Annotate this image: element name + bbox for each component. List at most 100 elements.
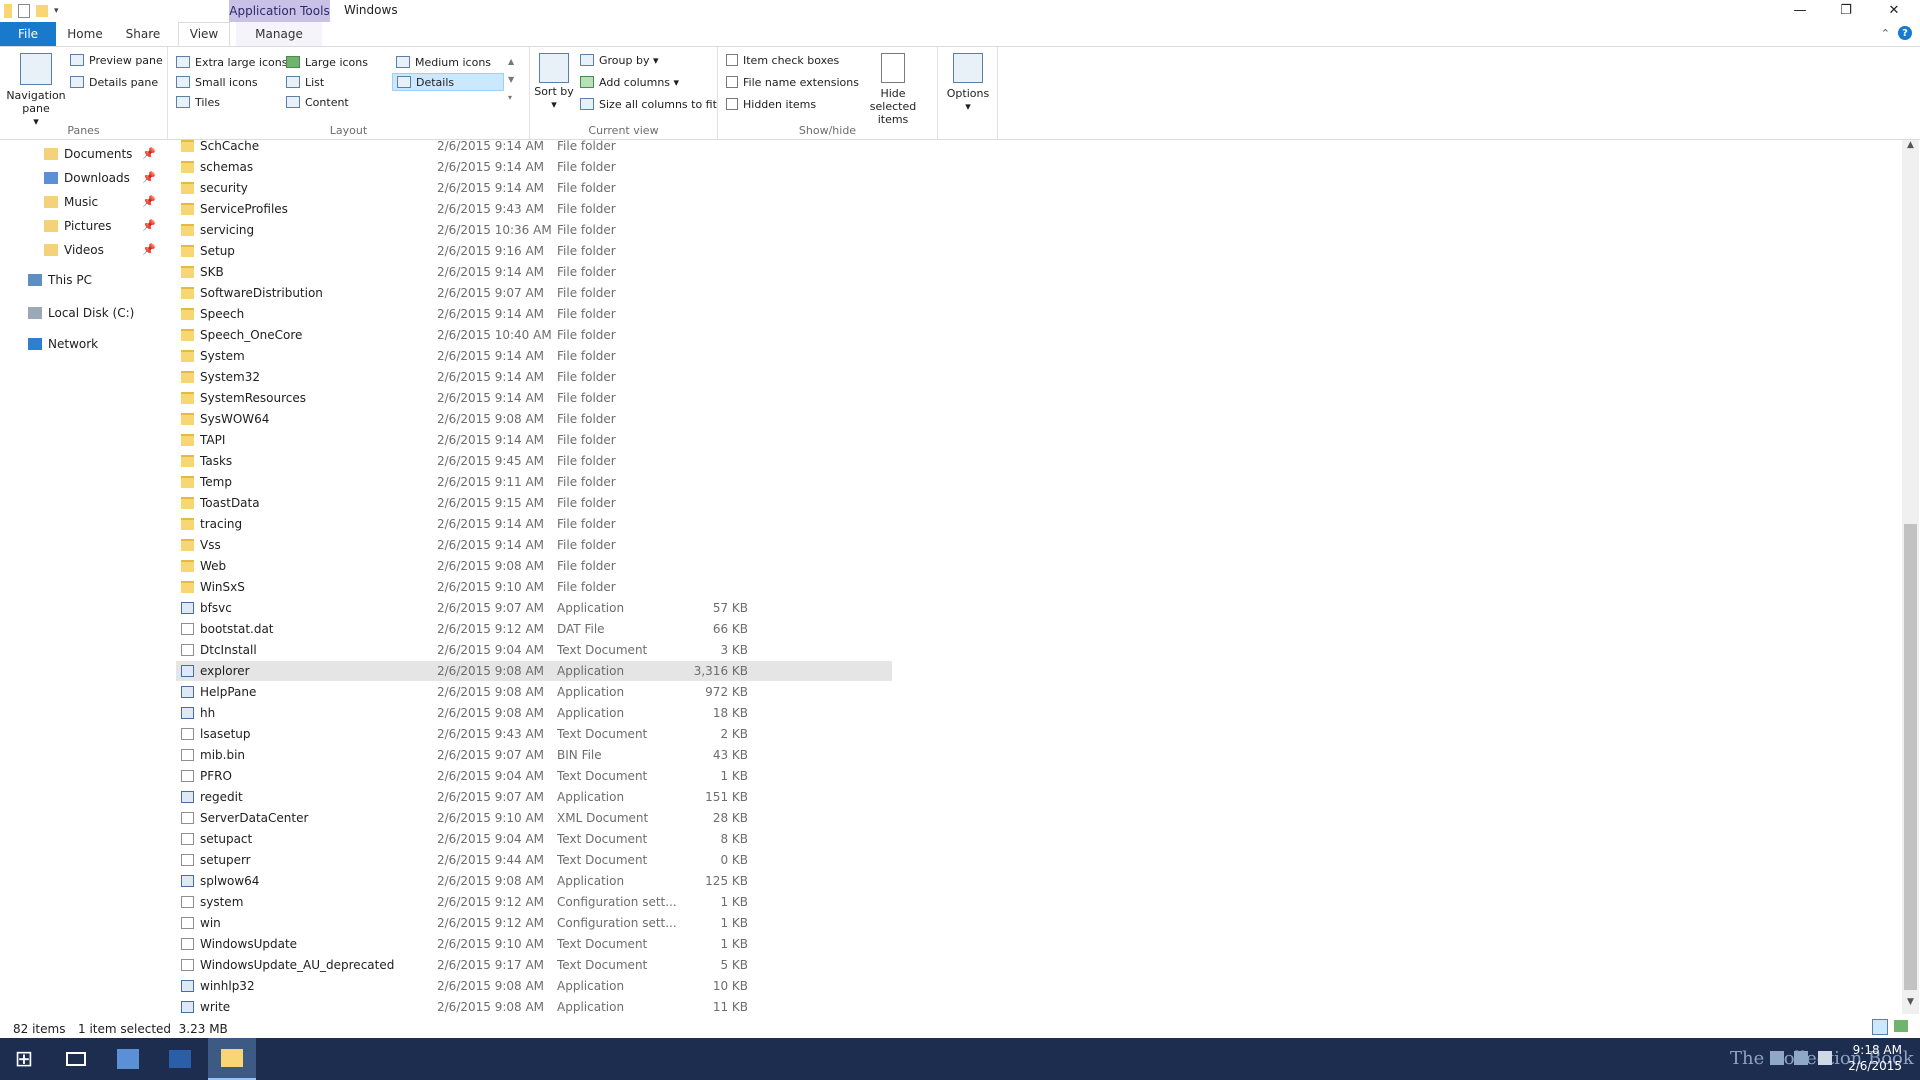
large-icons-button[interactable]: Large icons [286, 53, 368, 71]
file-name-extensions-checkbox[interactable] [726, 76, 738, 88]
nav-item-videos[interactable]: Videos [44, 239, 104, 261]
file-row[interactable]: hh 2/6/2015 9:08 AM Application 18 KB [176, 703, 892, 723]
help-icon[interactable]: ? [1898, 26, 1912, 40]
file-row[interactable]: win 2/6/2015 9:12 AM Configuration sett...… [176, 913, 892, 933]
file-row[interactable]: SysWOW64 2/6/2015 9:08 AM File folder [176, 409, 892, 429]
file-row[interactable]: ServiceProfiles 2/6/2015 9:43 AM File fold… [176, 199, 892, 219]
file-row[interactable]: Vss 2/6/2015 9:14 AM File folder [176, 535, 892, 555]
restore-button[interactable]: ❐ [1824, 0, 1868, 20]
file-row[interactable]: bootstat.dat 2/6/2015 9:12 AM DAT File 66 K… [176, 619, 892, 639]
medium-icons-button[interactable]: Medium icons [396, 53, 491, 71]
scrollbar-thumb[interactable] [1904, 524, 1917, 990]
taskbar-app-powershell[interactable] [156, 1038, 204, 1080]
list-button[interactable]: List [286, 73, 324, 91]
details-view-icon[interactable] [1872, 1019, 1888, 1035]
taskbar-app-file-explorer[interactable] [208, 1038, 256, 1080]
item-check-boxes-toggle[interactable]: Item check boxes [726, 51, 839, 69]
file-row[interactable]: SKB 2/6/2015 9:14 AM File folder [176, 262, 892, 282]
close-button[interactable]: ✕ [1872, 0, 1916, 20]
details-layout-button[interactable]: Details [392, 73, 504, 91]
new-folder-icon[interactable] [36, 5, 48, 17]
file-row[interactable]: HelpPane 2/6/2015 9:08 AM Application 972 K… [176, 682, 892, 702]
pin-icon[interactable]: 📌 [142, 195, 156, 208]
size-all-columns-button[interactable]: Size all columns to fit [580, 95, 717, 113]
item-check-boxes-checkbox[interactable] [726, 54, 738, 66]
hide-selected-items-button[interactable]: Hide selected items [856, 53, 930, 126]
nav-item-pictures[interactable]: Pictures [44, 215, 112, 237]
pin-icon[interactable]: 📌 [142, 243, 156, 256]
layout-gallery-scroll[interactable]: ▲ ▼ ▾ [508, 53, 514, 107]
nav-item-documents[interactable]: Documents [44, 143, 132, 165]
file-row[interactable]: TAPI 2/6/2015 9:14 AM File folder [176, 430, 892, 450]
file-row[interactable]: WindowsUpdate 2/6/2015 9:10 AM Text Docume… [176, 934, 892, 954]
start-button[interactable]: ⊞ [0, 1038, 48, 1080]
volume-icon[interactable] [1794, 1051, 1808, 1065]
vertical-scrollbar[interactable]: ▲ ▼ [1902, 140, 1919, 1014]
file-row[interactable]: explorer 2/6/2015 9:08 AM Application 3,316… [176, 661, 892, 681]
tiles-button[interactable]: Tiles [176, 93, 220, 111]
content-button[interactable]: Content [286, 93, 349, 111]
file-row[interactable]: System 2/6/2015 9:14 AM File folder [176, 346, 892, 366]
file-row[interactable]: tracing 2/6/2015 9:14 AM File folder [176, 514, 892, 534]
file-row[interactable]: mib.bin 2/6/2015 9:07 AM BIN File 43 KB [176, 745, 892, 765]
tab-home[interactable]: Home [60, 22, 110, 46]
taskbar-app-server-manager[interactable] [104, 1038, 152, 1080]
scroll-down-arrow[interactable]: ▼ [1902, 997, 1919, 1014]
file-row[interactable]: lsasetup 2/6/2015 9:43 AM Text Document 2 K… [176, 724, 892, 744]
action-center-icon[interactable] [1818, 1051, 1832, 1065]
file-row[interactable]: SchCache 2/6/2015 9:14 AM File folder [176, 136, 892, 156]
file-row[interactable]: schemas 2/6/2015 9:14 AM File folder [176, 157, 892, 177]
file-row[interactable]: Setup 2/6/2015 9:16 AM File folder [176, 241, 892, 261]
options-button[interactable]: Options ▾ [942, 53, 994, 113]
file-row[interactable]: winhlp32 2/6/2015 9:08 AM Application 10 KB [176, 976, 892, 996]
network-tray-icon[interactable] [1770, 1051, 1784, 1065]
customize-qat-chevron-icon[interactable]: ▾ [54, 6, 59, 16]
file-row[interactable]: regedit 2/6/2015 9:07 AM Application 151 KB [176, 787, 892, 807]
pin-icon[interactable]: 📌 [142, 147, 156, 160]
nav-item-music[interactable]: Music [44, 191, 98, 213]
file-row[interactable]: ServerDataCenter 2/6/2015 9:10 AM XML Docu… [176, 808, 892, 828]
file-row[interactable]: bfsvc 2/6/2015 9:07 AM Application 57 KB [176, 598, 892, 618]
nav-item-network[interactable]: Network [28, 333, 98, 355]
tab-view[interactable]: View [178, 22, 230, 46]
small-icons-button[interactable]: Small icons [176, 73, 258, 91]
file-row[interactable]: Tasks 2/6/2015 9:45 AM File folder [176, 451, 892, 471]
file-row[interactable]: WindowsUpdate_AU_deprecated 2/6/2015 9:17… [176, 955, 892, 975]
file-row[interactable]: System32 2/6/2015 9:14 AM File folder [176, 367, 892, 387]
sort-by-button[interactable]: Sort by ▾ [534, 53, 574, 111]
file-row[interactable]: Speech 2/6/2015 9:14 AM File folder [176, 304, 892, 324]
large-icons-view-icon[interactable] [1894, 1020, 1908, 1032]
file-row[interactable]: WinSxS 2/6/2015 9:10 AM File folder [176, 577, 892, 597]
file-row[interactable]: security 2/6/2015 9:14 AM File folder [176, 178, 892, 198]
nav-item-local-disk[interactable]: Local Disk (C:) [28, 302, 134, 324]
file-row[interactable]: SystemResources 2/6/2015 9:14 AM File fold… [176, 388, 892, 408]
add-columns-button[interactable]: Add columns ▾ [580, 73, 679, 91]
file-row[interactable]: system 2/6/2015 9:12 AM Configuration sett… [176, 892, 892, 912]
details-pane-button[interactable]: Details pane [70, 73, 158, 91]
file-name-extensions-toggle[interactable]: File name extensions [726, 73, 859, 91]
file-row[interactable]: setupact 2/6/2015 9:04 AM Text Document 8 K… [176, 829, 892, 849]
pin-icon[interactable]: 📌 [142, 171, 156, 184]
file-row[interactable]: servicing 2/6/2015 10:36 AM File folder [176, 220, 892, 240]
tab-share[interactable]: Share [116, 22, 170, 46]
hidden-items-checkbox[interactable] [726, 98, 738, 110]
pin-icon[interactable]: 📌 [142, 219, 156, 232]
minimize-button[interactable]: — [1778, 0, 1822, 20]
file-row[interactable]: ToastData 2/6/2015 9:15 AM File folder [176, 493, 892, 513]
file-row[interactable]: write 2/6/2015 9:08 AM Application 11 KB [176, 997, 892, 1016]
preview-pane-button[interactable]: Preview pane [70, 51, 163, 69]
nav-item-downloads[interactable]: Downloads [44, 167, 130, 189]
hidden-items-toggle[interactable]: Hidden items [726, 95, 816, 113]
file-row[interactable]: splwow64 2/6/2015 9:08 AM Application 125 K… [176, 871, 892, 891]
navigation-pane-button[interactable]: Navigation pane ▾ [6, 53, 66, 128]
file-row[interactable]: Speech_OneCore 2/6/2015 10:40 AM File fold… [176, 325, 892, 345]
properties-icon[interactable] [18, 4, 30, 18]
minimize-ribbon-icon[interactable]: ⌃ [1881, 27, 1890, 40]
file-row[interactable]: Temp 2/6/2015 9:11 AM File folder [176, 472, 892, 492]
file-row[interactable]: SoftwareDistribution 2/6/2015 9:07 AM File… [176, 283, 892, 303]
tab-manage[interactable]: Manage [236, 22, 322, 46]
tab-file[interactable]: File [0, 22, 56, 46]
file-row[interactable]: Web 2/6/2015 9:08 AM File folder [176, 556, 892, 576]
nav-item-this-pc[interactable]: This PC [28, 269, 92, 291]
file-row[interactable]: PFRO 2/6/2015 9:04 AM Text Document 1 KB [176, 766, 892, 786]
